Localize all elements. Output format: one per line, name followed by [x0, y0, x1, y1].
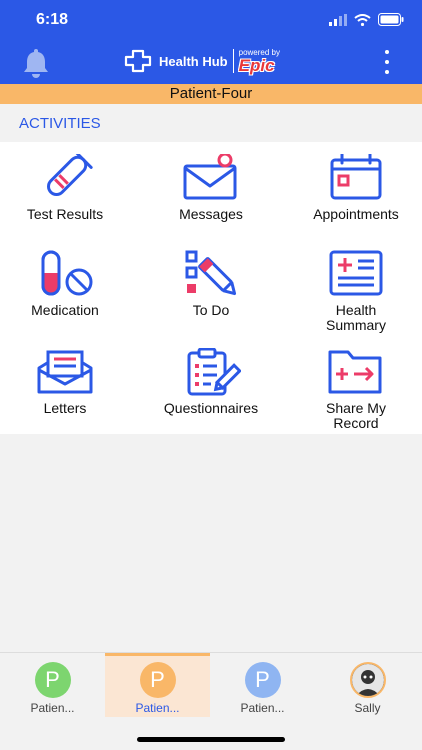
status-bar: 6:18	[0, 0, 422, 40]
tile-label: To Do	[192, 302, 230, 318]
tab-patient-2[interactable]: P Patien...	[105, 653, 210, 717]
tile-label: Messages	[179, 206, 243, 222]
tile-share-my-record[interactable]: Share My Record	[286, 348, 422, 431]
tile-label: Share My Record	[326, 400, 386, 431]
tile-questionnaires[interactable]: Questionnaires	[141, 348, 281, 416]
status-icons	[329, 13, 404, 26]
tab-label: Sally	[354, 701, 381, 715]
logo-divider	[232, 49, 234, 73]
tab-patient-1[interactable]: P Patien...	[0, 653, 105, 717]
app-header: Health Hub powered by Epic	[0, 40, 422, 84]
tile-label: Letters	[43, 400, 87, 416]
profile-photo-icon	[351, 664, 384, 696]
tile-label: Test Results	[26, 206, 104, 222]
clipboard-icon	[187, 348, 241, 396]
section-title: ACTIVITIES	[0, 104, 422, 142]
battery-icon	[378, 13, 404, 26]
tab-sally[interactable]: Sally	[315, 653, 420, 717]
kebab-menu-icon[interactable]	[378, 50, 396, 74]
envelope-icon	[183, 154, 237, 200]
avatar: P	[244, 662, 281, 698]
tab-patient-3[interactable]: P Patien...	[210, 653, 315, 717]
summary-card-icon	[329, 250, 383, 296]
patient-banner: Patient-Four	[0, 84, 422, 104]
tile-label: Appointments	[313, 206, 399, 222]
calendar-icon	[330, 154, 382, 200]
bell-icon[interactable]	[20, 46, 52, 78]
tile-appointments[interactable]: Appointments	[286, 154, 422, 222]
tile-label: Health Summary	[326, 302, 386, 333]
tile-test-results[interactable]: Test Results	[0, 154, 135, 222]
pill-icon	[41, 250, 93, 296]
wifi-icon	[354, 13, 371, 26]
app-logo: Health Hub powered by Epic	[122, 46, 280, 76]
avatar: P	[139, 662, 176, 698]
tile-letters[interactable]: Letters	[0, 348, 135, 416]
tile-health-summary[interactable]: Health Summary	[286, 250, 422, 333]
letter-icon	[37, 350, 93, 394]
tile-label: Questionnaires	[163, 400, 259, 416]
powered-by-epic: powered by Epic	[238, 48, 280, 75]
tile-messages[interactable]: Messages	[141, 154, 281, 222]
tab-label: Patien...	[240, 701, 285, 715]
activities-grid: Test Results Messages Appointments Medic…	[0, 142, 422, 434]
patient-tab-bar: P Patien... P Patien... P Patien... Sall…	[0, 652, 422, 750]
checklist-icon	[185, 250, 237, 296]
tile-to-do[interactable]: To Do	[141, 250, 281, 318]
folder-share-icon	[328, 350, 382, 394]
test-tube-icon	[47, 154, 93, 196]
home-indicator	[137, 737, 285, 742]
tile-medication[interactable]: Medication	[0, 250, 135, 318]
tile-label: Medication	[31, 302, 99, 318]
app-name: Health Hub	[159, 53, 228, 69]
tab-label: Patien...	[135, 701, 180, 715]
status-time: 6:18	[36, 11, 69, 28]
epic-brand: Epic	[238, 55, 275, 75]
avatar	[349, 662, 386, 698]
tab-label: Patien...	[30, 701, 75, 715]
signal-icon	[329, 13, 347, 26]
avatar: P	[34, 662, 71, 698]
health-hub-cross-icon	[124, 49, 152, 73]
